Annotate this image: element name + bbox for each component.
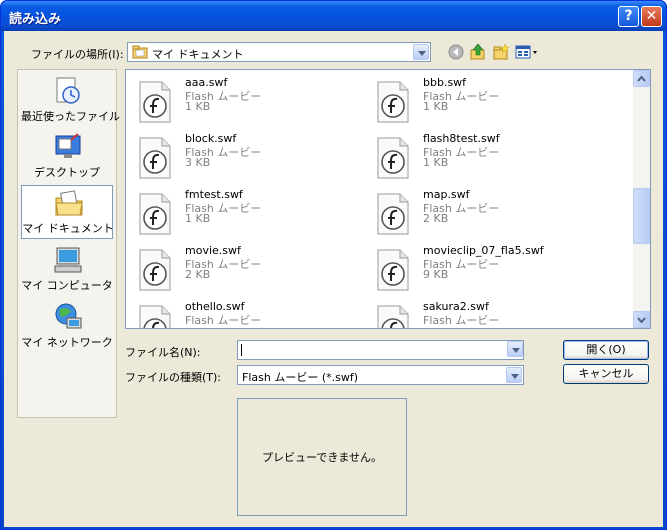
file-size: 1 KB (185, 100, 211, 113)
filename-input[interactable] (237, 340, 524, 360)
flash-file-icon (377, 193, 409, 235)
place-desktop[interactable]: デスクトップ (21, 130, 113, 184)
filetype-combo[interactable]: Flash ムービー (*.swf) (237, 365, 524, 385)
file-size: 2 KB (423, 212, 449, 225)
filetype-label: ファイルの種類(T): (125, 371, 222, 384)
file-type: Flash ムービー (423, 314, 500, 327)
file-list[interactable]: aaa.swf Flash ムービー 1 KB bbb.swf Flash ムービー 1 … (125, 69, 651, 329)
file-item[interactable]: movieclip_07_fla5.swf Flash ムービー 9 KB (364, 242, 594, 296)
filetype-dropdown-arrow[interactable] (506, 367, 522, 383)
open-dialog: 読み込み ? ✕ ファイルの場所(I): マイ ドキュメント 最近使ったファイル… (0, 0, 667, 530)
close-button[interactable]: ✕ (641, 6, 662, 27)
file-item[interactable]: sakura2.swf Flash ムービー (364, 298, 594, 328)
file-size: 9 KB (423, 268, 449, 281)
my-network-icon (55, 303, 82, 329)
file-size: 1 KB (423, 100, 449, 113)
place-my-computer[interactable]: マイ コンピュータ (21, 243, 113, 297)
scroll-up-button[interactable] (633, 70, 650, 87)
file-type: Flash ムービー (185, 314, 262, 327)
lookin-combo[interactable]: マイ ドキュメント (127, 42, 431, 62)
place-label: デスクトップ (34, 166, 100, 179)
place-label: マイ ドキュメント (22, 222, 114, 235)
dialog-body: ファイルの場所(I): マイ ドキュメント 最近使ったファイル デスクトップ マ… (4, 31, 663, 527)
lookin-label: ファイルの場所(I): (31, 48, 124, 61)
file-item[interactable]: block.swf Flash ムービー 3 KB (126, 130, 356, 184)
lookin-value: マイ ドキュメント (152, 48, 244, 61)
scroll-thumb[interactable] (633, 188, 650, 244)
flash-file-icon (377, 137, 409, 179)
place-my-network[interactable]: マイ ネットワーク (21, 300, 113, 354)
new-folder-icon[interactable] (492, 43, 510, 61)
file-item[interactable]: bbb.swf Flash ムービー 1 KB (364, 74, 594, 128)
dialog-title: 読み込み (9, 12, 62, 27)
file-item[interactable]: movie.swf Flash ムービー 2 KB (126, 242, 356, 296)
flash-file-icon (139, 81, 171, 123)
vertical-scrollbar[interactable] (633, 70, 650, 328)
preview-pane: プレビューできません。 (237, 398, 407, 516)
file-item[interactable]: fmtest.swf Flash ムービー 1 KB (126, 186, 356, 240)
filename-dropdown[interactable] (506, 340, 524, 360)
place-label: マイ コンピュータ (21, 279, 113, 292)
flash-file-icon (377, 305, 409, 328)
scroll-down-button[interactable] (633, 311, 650, 328)
file-size: 3 KB (185, 156, 211, 169)
file-item[interactable]: othello.swf Flash ムービー (126, 298, 356, 328)
flash-file-icon (377, 249, 409, 291)
file-item[interactable]: flash8test.swf Flash ムービー 1 KB (364, 130, 594, 184)
flash-file-icon (139, 193, 171, 235)
file-item[interactable]: aaa.swf Flash ムービー 1 KB (126, 74, 356, 128)
title-bar[interactable]: 読み込み ? ✕ (1, 1, 666, 31)
place-recent[interactable]: 最近使ったファイル (21, 74, 120, 128)
view-menu-icon[interactable] (515, 43, 539, 61)
up-folder-icon[interactable] (469, 43, 487, 61)
filename-label: ファイル名(N): (125, 346, 201, 359)
chevron-down-icon (637, 317, 646, 324)
text-caret (241, 344, 242, 356)
flash-file-icon (139, 137, 171, 179)
file-size: 1 KB (185, 212, 211, 225)
filetype-value: Flash ムービー (*.swf) (242, 371, 358, 384)
lookin-dropdown-arrow[interactable] (413, 44, 429, 60)
file-size: 1 KB (423, 156, 449, 169)
desktop-icon (55, 133, 81, 158)
place-my-documents[interactable]: マイ ドキュメント (21, 185, 114, 239)
preview-message: プレビューできません。 (261, 451, 382, 464)
my-documents-icon (55, 190, 83, 216)
filename-dropdown-arrow[interactable] (507, 341, 523, 357)
file-item[interactable]: map.swf Flash ムービー 2 KB (364, 186, 594, 240)
places-bar: 最近使ったファイル デスクトップ マイ ドキュメント マイ コンピュータ マイ … (17, 69, 120, 418)
place-label: マイ ネットワーク (21, 336, 113, 349)
my-computer-icon (54, 247, 82, 273)
help-button[interactable]: ? (618, 6, 639, 27)
chevron-up-icon (637, 75, 646, 82)
open-button[interactable]: 開く(O) (563, 340, 649, 360)
cancel-button[interactable]: キャンセル (563, 364, 649, 384)
flash-file-icon (139, 305, 171, 328)
flash-file-icon (139, 249, 171, 291)
file-size: 2 KB (185, 268, 211, 281)
place-label: 最近使ったファイル (21, 110, 120, 123)
folder-icon (132, 45, 148, 59)
flash-file-icon (377, 81, 409, 123)
back-icon[interactable] (447, 43, 465, 61)
recent-documents-icon (56, 77, 80, 104)
